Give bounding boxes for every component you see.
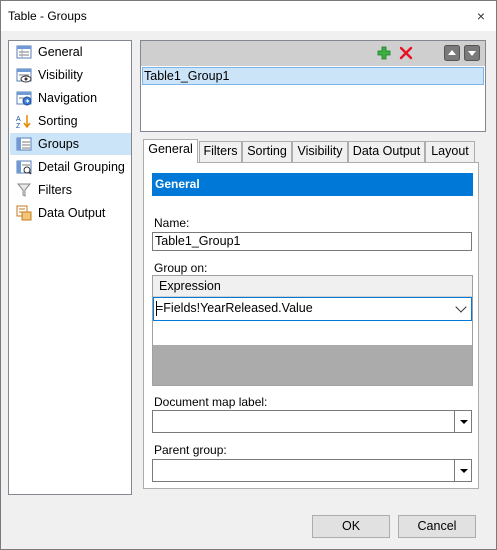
- name-field[interactable]: Table1_Group1: [152, 232, 472, 251]
- name-label: Name:: [154, 216, 190, 230]
- ok-button[interactable]: OK: [312, 515, 390, 538]
- data-output-icon: [16, 205, 32, 221]
- expression-column-header: Expression: [153, 276, 472, 297]
- tab-visibility[interactable]: Visibility: [292, 141, 348, 162]
- nav-item-general[interactable]: General: [10, 41, 131, 63]
- nav-item-label: Groups: [38, 137, 79, 151]
- sorting-icon: A Z: [16, 115, 31, 129]
- dropdown-arrow-icon[interactable]: [454, 411, 471, 432]
- delete-icon[interactable]: [398, 45, 414, 61]
- section-header: General: [152, 173, 473, 196]
- nav-item-groups[interactable]: Groups: [10, 133, 131, 155]
- svg-text:A: A: [16, 116, 21, 123]
- add-icon[interactable]: [376, 45, 392, 61]
- nav-item-navigation[interactable]: Navigation: [10, 87, 131, 109]
- expression-empty-row[interactable]: [153, 321, 472, 345]
- nav-item-visibility[interactable]: Visibility: [10, 64, 131, 86]
- nav-item-label: Visibility: [38, 68, 83, 82]
- parent-group-combo[interactable]: [152, 459, 472, 482]
- groups-list: Table1_Group1: [140, 40, 486, 132]
- cancel-button[interactable]: Cancel: [398, 515, 476, 538]
- nav-item-label: Navigation: [38, 91, 98, 105]
- nav-item-data-output[interactable]: Data Output: [10, 202, 131, 224]
- groups-icon: [16, 137, 32, 151]
- move-up-icon[interactable]: [444, 45, 460, 61]
- expression-row[interactable]: =Fields!YearReleased.Value: [153, 297, 472, 321]
- title-bar: Table - Groups ×: [1, 1, 496, 31]
- nav-item-sorting[interactable]: A Z Sorting: [10, 110, 131, 132]
- category-nav: General Visibility Navigation A Z Sortin…: [8, 40, 132, 495]
- dialog-window: Table - Groups × General Visibility Navi…: [0, 0, 497, 550]
- nav-item-filters[interactable]: Filters: [10, 179, 131, 201]
- close-icon[interactable]: ×: [470, 5, 492, 27]
- groups-toolbar: [141, 41, 485, 66]
- chevron-down-icon[interactable]: [455, 301, 467, 313]
- window-title: Table - Groups: [8, 9, 87, 23]
- svg-text:Z: Z: [16, 123, 21, 129]
- group-on-label: Group on:: [154, 261, 208, 275]
- general-icon: [16, 45, 32, 59]
- tab-general[interactable]: General: [143, 139, 198, 163]
- group-on-grid: Expression =Fields!YearReleased.Value: [152, 275, 473, 386]
- parent-group-label: Parent group:: [154, 443, 227, 457]
- document-map-label: Document map label:: [154, 395, 268, 409]
- dropdown-arrow-icon[interactable]: [454, 460, 471, 481]
- nav-item-label: Data Output: [38, 206, 106, 220]
- group-list-item[interactable]: Table1_Group1: [142, 67, 484, 85]
- visibility-icon: [16, 68, 32, 83]
- nav-item-label: Filters: [38, 183, 73, 197]
- text-cursor: [156, 301, 157, 316]
- tab-filters[interactable]: Filters: [199, 141, 242, 162]
- tab-layout[interactable]: Layout: [425, 141, 475, 162]
- general-tab-panel: General Name: Table1_Group1 Group on: Ex…: [143, 162, 479, 489]
- document-map-combo[interactable]: [152, 410, 472, 433]
- nav-item-label: Sorting: [38, 114, 78, 128]
- navigation-icon: [16, 91, 32, 106]
- nav-item-detail-grouping[interactable]: Detail Grouping: [10, 156, 131, 178]
- filters-icon: [16, 183, 32, 197]
- nav-item-label: General: [38, 45, 83, 59]
- move-down-icon[interactable]: [464, 45, 480, 61]
- tab-data-output[interactable]: Data Output: [348, 141, 425, 162]
- expression-value[interactable]: =Fields!YearReleased.Value: [156, 301, 313, 315]
- detail-grouping-icon: [16, 160, 32, 175]
- nav-item-label: Detail Grouping: [38, 160, 125, 174]
- tab-sorting[interactable]: Sorting: [242, 141, 292, 162]
